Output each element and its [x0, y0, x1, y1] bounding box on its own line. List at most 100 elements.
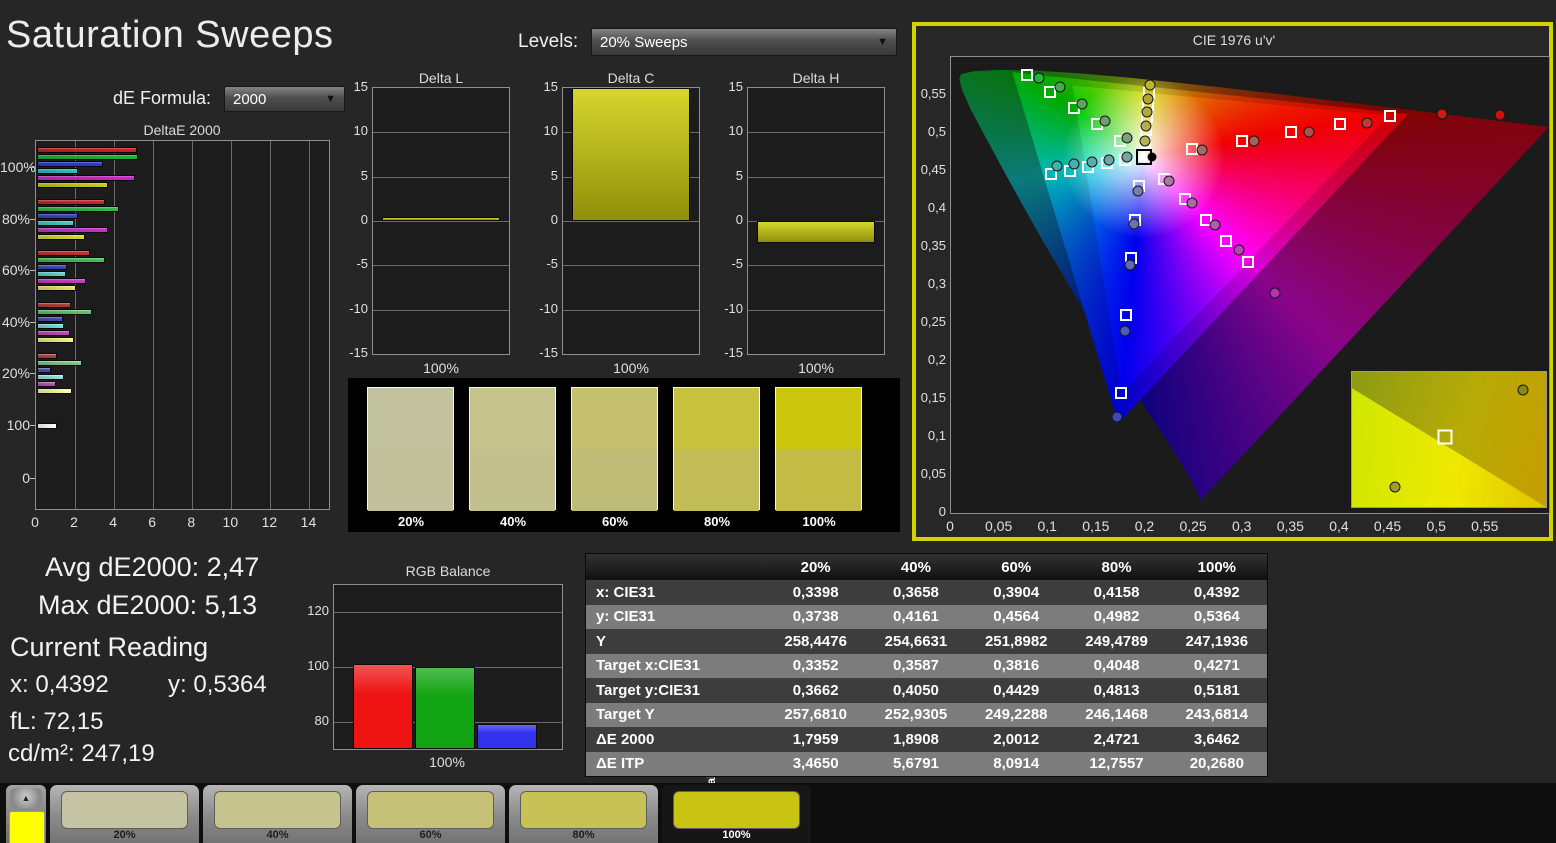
gridline: [114, 141, 115, 509]
swatch-compare-20%: [367, 387, 454, 510]
gridline: [563, 265, 699, 266]
de-bar-red: [37, 199, 105, 205]
de-bar-green: [37, 257, 105, 263]
y-tick-label: 15: [340, 79, 368, 94]
levels-select[interactable]: 20% Sweeps ▼: [591, 28, 897, 56]
patch-button-20%[interactable]: 20%: [50, 785, 199, 843]
swatch-label: 20%: [398, 514, 424, 529]
reference-dot: [1148, 153, 1157, 162]
delta-bar: [382, 217, 500, 221]
gridline: [373, 310, 509, 311]
measured-marker: [1142, 107, 1153, 118]
patch-label: 60%: [356, 829, 505, 841]
delta-chart-c: [562, 87, 700, 355]
page-title: Saturation Sweeps: [6, 14, 333, 57]
de-bar-blue: [37, 161, 103, 167]
table-column-header: 80%: [1066, 559, 1166, 576]
target-swatch: [572, 449, 657, 511]
de-bar-cyan: [37, 220, 74, 226]
measured-marker: [1362, 118, 1373, 129]
table-value: 0,4158: [1066, 584, 1166, 601]
measured-marker: [1112, 412, 1123, 423]
table-value: 12,7557: [1066, 755, 1166, 772]
row-label: ΔE ITP: [586, 755, 766, 772]
table-value: 0,3816: [966, 657, 1066, 674]
table-value: 2,0012: [966, 731, 1066, 748]
row-label: x: CIE31: [586, 584, 766, 601]
axis-tick: [30, 478, 35, 479]
y-tick-label: 0: [715, 212, 743, 227]
table-value: 20,2680: [1167, 755, 1267, 772]
rgb-bar-blue: [477, 724, 537, 749]
table-value: 3,6462: [1167, 731, 1267, 748]
mini-chart-title: Delta C: [608, 70, 655, 86]
patch-button-60%[interactable]: 60%: [356, 785, 505, 843]
cie-x-tick: 0,45: [1374, 518, 1401, 534]
measured-marker: [1269, 287, 1280, 298]
table-value: 8,0914: [966, 755, 1066, 772]
collapse-strip-button[interactable]: ▲: [10, 788, 42, 808]
target-swatch: [776, 449, 861, 511]
swatch-compare-100%: [775, 387, 862, 510]
table-column-header: 100%: [1167, 559, 1267, 576]
de-bar-blue: [37, 316, 63, 322]
de-bar-magenta: [37, 330, 70, 336]
swatch-compare-60%: [571, 387, 658, 510]
de-bar-red: [37, 302, 71, 308]
delta-chart-l: [372, 87, 510, 355]
chevron-up-icon: ▲: [22, 793, 31, 803]
table-row: Target x:CIE310,33520,35870,38160,40480,…: [586, 654, 1267, 679]
cie-1976-panel[interactable]: CIE 1976 u'v' 000,050,050,10,10,150,150,…: [912, 22, 1553, 541]
measured-marker: [1209, 219, 1220, 230]
cie-x-tick: 0: [946, 518, 954, 534]
gridline: [563, 310, 699, 311]
table-row: y: CIE310,37380,41610,45640,49820,5364: [586, 605, 1267, 630]
x-axis-label: 100%: [429, 754, 465, 770]
gridline: [748, 132, 884, 133]
gridline: [748, 265, 884, 266]
group-label: 100: [0, 417, 30, 433]
table-value: 0,4048: [1066, 657, 1166, 674]
table-value: 0,4271: [1167, 657, 1267, 674]
cie-x-tick: 0,55: [1471, 518, 1498, 534]
actual-swatch: [572, 388, 657, 449]
deltae-chart-title: DeltaE 2000: [143, 122, 220, 138]
axis-tick: [30, 219, 35, 220]
cie-y-tick: 0: [918, 504, 946, 519]
swatch-label: 80%: [704, 514, 730, 529]
patch-button-100%[interactable]: 100%: [662, 785, 811, 843]
de-bar-red: [37, 250, 90, 256]
table-value: 0,4564: [966, 608, 1066, 625]
mini-chart-title: Delta L: [419, 70, 463, 86]
y-tick-label: -10: [530, 301, 558, 316]
patch-label: 40%: [203, 829, 352, 841]
patch-label: 80%: [509, 829, 658, 841]
patch-button-80%[interactable]: 80%: [509, 785, 658, 843]
x-tick-label: 8: [187, 514, 195, 530]
measured-marker: [1104, 154, 1115, 165]
patch-button-40%[interactable]: 40%: [203, 785, 352, 843]
group-label: 20%: [0, 365, 30, 381]
de-bar-blue: [37, 367, 51, 373]
de-formula-select[interactable]: 2000 ▼: [224, 86, 345, 112]
gridline: [153, 141, 154, 509]
table-column-header: 60%: [966, 559, 1066, 576]
de-bar-green: [37, 206, 119, 212]
target-marker: [1220, 235, 1232, 247]
measured-marker: [1187, 197, 1198, 208]
table-row: ΔE ITP3,46505,67918,091412,755720,2680: [586, 752, 1267, 777]
measured-marker: [1128, 219, 1139, 230]
table-row: x: CIE310,33980,36580,39040,41580,4392: [586, 580, 1267, 605]
measured-marker: [1120, 325, 1131, 336]
de-bar-cyan: [37, 168, 78, 174]
rgb-bar-red: [353, 664, 413, 749]
cie-y-tick: 0,15: [918, 390, 946, 405]
cie-y-tick: 0,3: [918, 276, 946, 291]
y-tick-label: -5: [715, 256, 743, 271]
table-row: Target Y257,6810252,9305249,2288246,1468…: [586, 703, 1267, 728]
table-value: 0,3587: [866, 657, 966, 674]
cie-x-tick: 0,25: [1179, 518, 1206, 534]
de-bar-blue: [37, 264, 67, 270]
inset-measured-marker: [1389, 481, 1400, 492]
x-axis-label: 100%: [423, 360, 459, 376]
